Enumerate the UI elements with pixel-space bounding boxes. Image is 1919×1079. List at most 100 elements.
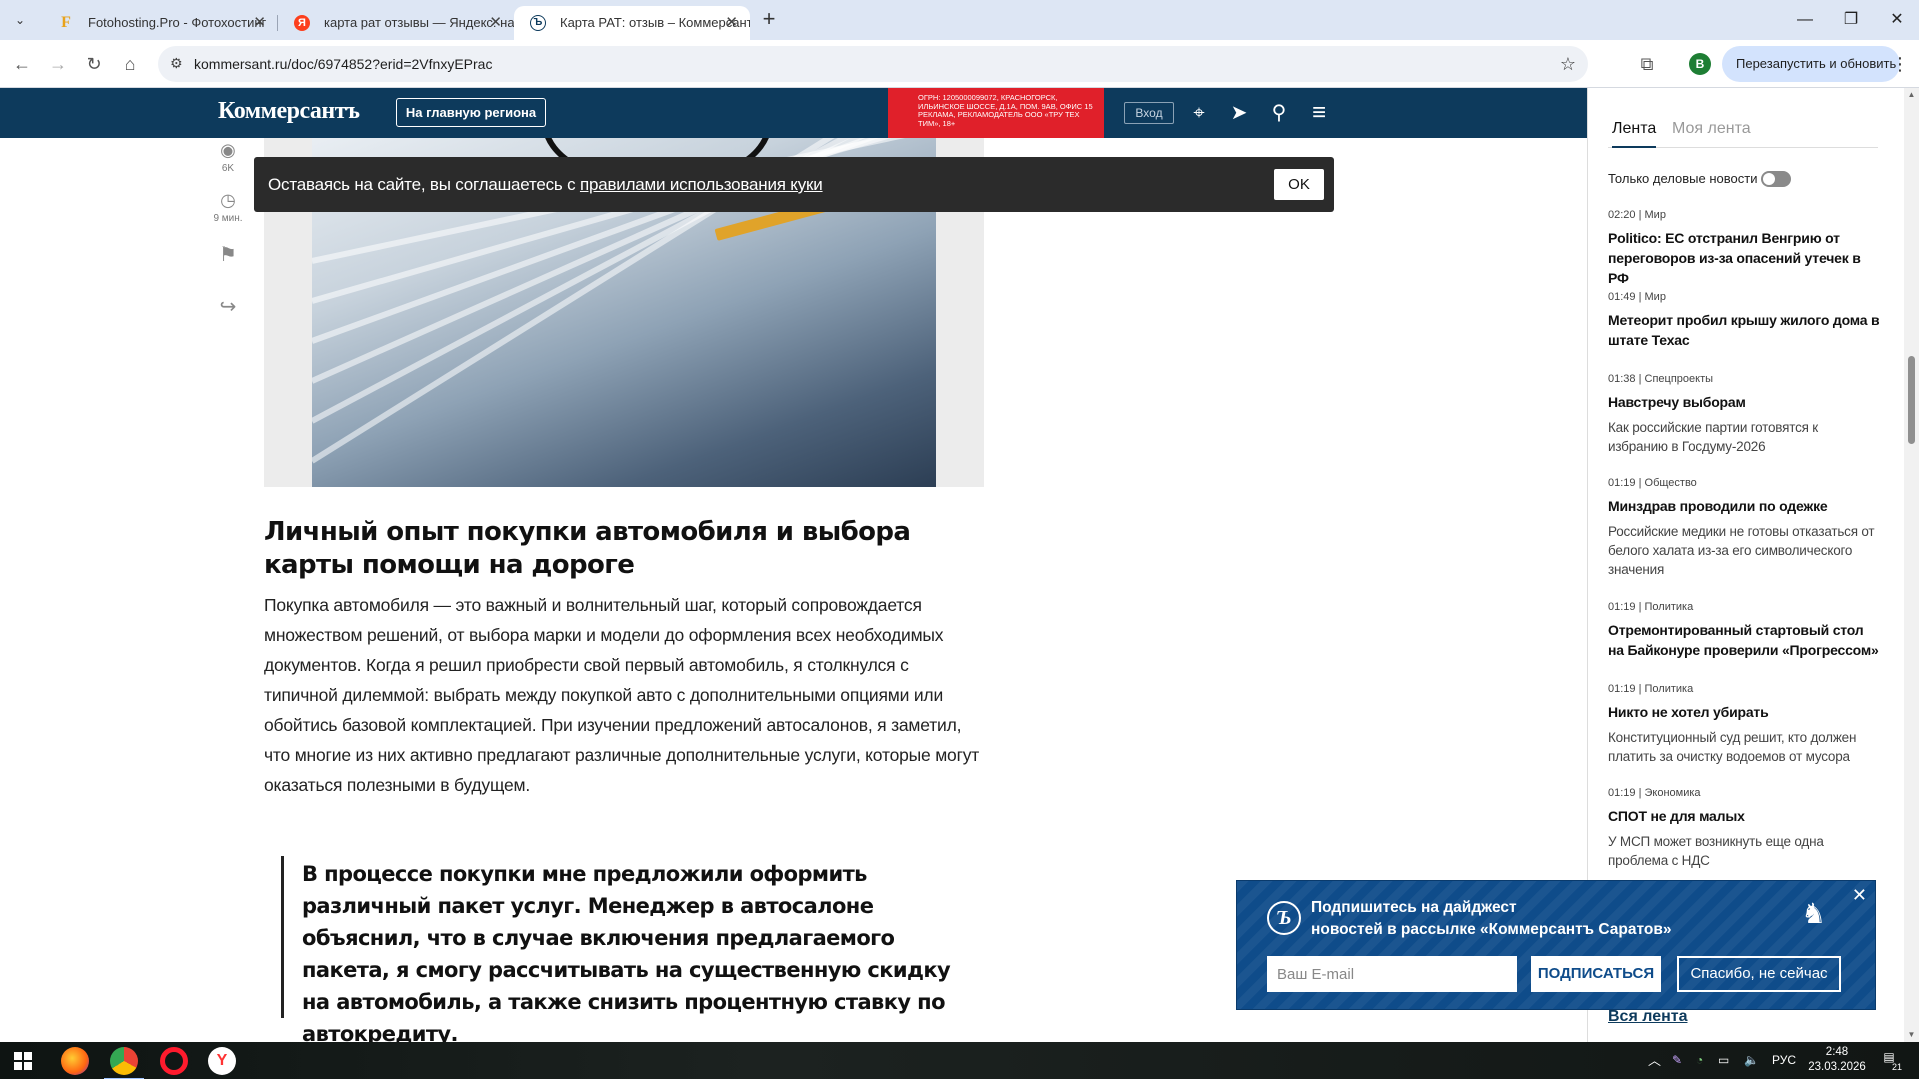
article-subheading: Личный опыт покупки автомобиля и выбора … xyxy=(264,517,911,580)
subscribe-button[interactable]: ПОДПИСАТЬСЯ xyxy=(1531,956,1661,992)
business-news-toggle[interactable] xyxy=(1761,171,1791,187)
yandex-browser-icon[interactable]: Y xyxy=(208,1047,236,1075)
tab-title: Fotohosting.Pro - Фотохостинг xyxy=(88,15,267,30)
tray-volume-icon[interactable]: 🔈 xyxy=(1744,1042,1759,1079)
cookie-text: Оставаясь на сайте, вы соглашаетесь с пр… xyxy=(268,157,823,212)
tab-search-chevron-icon[interactable]: ⌄ xyxy=(8,8,32,32)
email-field[interactable] xyxy=(1267,956,1517,992)
restart-update-button[interactable]: Перезапустить и обновить xyxy=(1722,46,1900,82)
site-info-icon[interactable]: ⚙ xyxy=(170,55,188,73)
tray-chevron-icon[interactable]: ︿ xyxy=(1648,1042,1661,1079)
profile-avatar[interactable]: В xyxy=(1689,53,1711,75)
tab-close-icon[interactable]: ✕ xyxy=(253,6,266,40)
site-header: Коммерсантъ На главную региона ОГРН: 120… xyxy=(0,88,1587,138)
taskbar-clock[interactable]: 2:48 23.03.2026 xyxy=(1806,1045,1868,1075)
tab-close-icon[interactable]: ✕ xyxy=(489,6,502,40)
newsletter-popup: Ъ Подпишитесь на дайджест новостей в рас… xyxy=(1236,880,1876,1010)
new-tab-button[interactable]: + xyxy=(756,7,782,33)
tab-kommersant[interactable]: Ъ Карта РАТ: отзыв – Коммерсант ✕ xyxy=(514,6,750,40)
forward-button[interactable]: → xyxy=(44,50,72,78)
hamburger-menu-icon[interactable]: ≡ xyxy=(1306,100,1332,126)
bookmark-star-icon[interactable]: ☆ xyxy=(1560,46,1576,82)
clock-date: 23.03.2026 xyxy=(1808,1061,1866,1073)
news-item[interactable]: 01:19 | Экономика СПОТ не для малых У МС… xyxy=(1608,786,1880,870)
share-arrow-icon[interactable]: ↪ xyxy=(213,294,243,319)
news-subtitle: Российские медики не готовы отказаться о… xyxy=(1608,524,1875,577)
home-button[interactable]: ⌂ xyxy=(116,50,144,78)
horse-illustration-icon: ♞ xyxy=(1801,898,1827,929)
news-item[interactable]: 01:19 | Политика Отремонтированный старт… xyxy=(1608,600,1880,660)
news-item[interactable]: 01:19 | Общество Минздрав проводили по о… xyxy=(1608,476,1880,579)
address-bar[interactable]: ⚙ kommersant.ru/doc/6974852?erid=2VfnxyE… xyxy=(158,46,1588,82)
decline-button[interactable]: Спасибо, не сейчас xyxy=(1677,956,1841,992)
tray-pen-icon[interactable]: ✎ xyxy=(1672,1042,1682,1079)
chrome-icon[interactable] xyxy=(104,1047,144,1079)
news-item[interactable]: 01:19 | Политика Никто не хотел убирать … xyxy=(1608,682,1880,766)
share-button[interactable]: ↪ xyxy=(213,294,243,319)
clock-time: 2:48 xyxy=(1825,1046,1849,1058)
close-window-button[interactable]: ✕ xyxy=(1874,6,1919,34)
news-title[interactable]: Навстречу выборам xyxy=(1608,392,1880,412)
quote-bar xyxy=(281,856,284,1018)
login-button[interactable]: Вход xyxy=(1124,102,1174,124)
tab-title: карта рат отзывы — Яндекс: на xyxy=(324,15,514,30)
restore-button[interactable]: ❐ xyxy=(1828,6,1874,34)
tab-fotohosting[interactable]: F Fotohosting.Pro - Фотохостинг ✕ xyxy=(42,6,278,40)
news-meta: 01:38 | Спецпроекты xyxy=(1608,373,1714,385)
scroll-down-arrow-icon[interactable]: ▼ xyxy=(1904,1028,1919,1042)
cookie-rules-link[interactable]: правилами использования куки xyxy=(580,175,823,194)
browser-menu-icon[interactable]: ⋮ xyxy=(1890,50,1910,78)
views-count: 6K xyxy=(221,163,235,174)
reload-button[interactable]: ↻ xyxy=(80,50,108,78)
kommersant-logo[interactable]: Коммерсантъ xyxy=(218,98,360,125)
keyboard-language[interactable]: РУС xyxy=(1772,1042,1796,1079)
news-item[interactable]: 01:38 | Спецпроекты Навстречу выборам Ка… xyxy=(1608,372,1880,456)
news-title[interactable]: Метеорит пробил крышу жилого дома в штат… xyxy=(1608,310,1880,350)
opera-icon[interactable] xyxy=(160,1047,188,1075)
windows-start-icon[interactable] xyxy=(14,1052,32,1070)
bookmark-icon[interactable]: ⚑ xyxy=(213,242,243,267)
tab-yandex[interactable]: Я карта рат отзывы — Яндекс: на ✕ xyxy=(278,6,514,40)
news-subtitle: Как российские партии готовятся к избран… xyxy=(1608,420,1818,454)
scroll-thumb[interactable] xyxy=(1908,356,1915,444)
clock-icon: ◷ xyxy=(220,190,236,210)
all-feed-link[interactable]: Вся лента xyxy=(1608,1008,1687,1026)
tray-network-icon[interactable]: ▭ xyxy=(1718,1042,1729,1079)
news-title[interactable]: СПОТ не для малых xyxy=(1608,806,1880,826)
news-title[interactable]: Отремонтированный стартовый стол на Байк… xyxy=(1608,620,1880,660)
browser-tab-bar: ⌄ F Fotohosting.Pro - Фотохостинг ✕ Я ка… xyxy=(0,0,1919,40)
location-pin-icon[interactable]: ⌖ xyxy=(1186,100,1212,126)
scroll-up-arrow-icon[interactable]: ▲ xyxy=(1904,88,1919,102)
article-quote: В процессе покупки мне предложили оформи… xyxy=(302,862,951,1042)
cookie-ok-button[interactable]: OK xyxy=(1274,169,1324,200)
popup-close-icon[interactable]: ✕ xyxy=(1852,885,1867,906)
news-item[interactable]: 01:49 | Мир Метеорит пробил крышу жилого… xyxy=(1608,290,1880,350)
newsletter-line-2: новостей в рассылке «Коммерсантъ Саратов… xyxy=(1311,921,1672,938)
news-meta: 01:19 | Политика xyxy=(1608,683,1694,695)
tab-feed[interactable]: Лента xyxy=(1612,118,1657,148)
bookmark-button[interactable]: ⚑ xyxy=(213,242,243,267)
firefox-icon[interactable] xyxy=(61,1047,89,1075)
fotohosting-favicon-icon: F xyxy=(61,14,71,31)
newsletter-text: Подпишитесь на дайджест новостей в рассы… xyxy=(1311,897,1671,941)
broadcast-icon[interactable]: ➤ xyxy=(1226,100,1252,126)
news-meta: 01:19 | Общество xyxy=(1608,477,1697,489)
tray-app-icon[interactable]: ◔ xyxy=(1696,1042,1703,1079)
extensions-puzzle-icon[interactable]: ⧉ xyxy=(1633,50,1661,78)
tab-close-icon[interactable]: ✕ xyxy=(725,6,738,40)
notification-center-icon[interactable]: ▤ 21 xyxy=(1878,1050,1902,1072)
header-ad-banner[interactable]: ОГРН: 1205000099072, Красногорск, Ильинс… xyxy=(888,88,1104,138)
news-item[interactable]: 02:20 | Мир Politico: ЕС отстранил Венгр… xyxy=(1608,208,1880,288)
minimize-button[interactable]: — xyxy=(1782,6,1828,34)
news-title[interactable]: Минздрав проводили по одежке xyxy=(1608,496,1880,516)
search-icon[interactable]: ⚲ xyxy=(1266,100,1292,126)
url-text[interactable]: kommersant.ru/doc/6974852?erid=2VfnxyEPr… xyxy=(194,46,492,82)
read-time: ◷ 9 мин. xyxy=(213,190,243,224)
page-scrollbar[interactable]: ▲ ▼ xyxy=(1904,88,1919,1042)
tab-my-feed[interactable]: Моя лента xyxy=(1672,118,1751,140)
region-home-button[interactable]: На главную региона xyxy=(396,98,546,127)
news-title[interactable]: Никто не хотел убирать xyxy=(1608,702,1880,722)
back-button[interactable]: ← xyxy=(8,50,36,78)
yandex-favicon-icon: Я xyxy=(294,15,310,31)
news-title[interactable]: Politico: ЕС отстранил Венгрию от перего… xyxy=(1608,228,1880,288)
